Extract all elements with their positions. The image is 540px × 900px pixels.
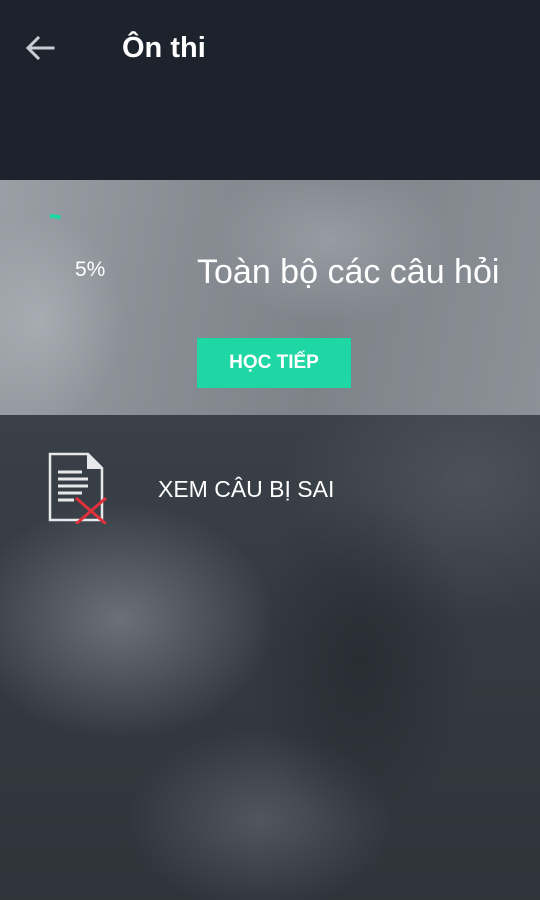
view-wrong-answers-item[interactable]: XEM CÂU BỊ SAI xyxy=(0,440,540,540)
document-error-icon xyxy=(48,452,107,524)
continue-study-button[interactable]: HỌC TIẾP xyxy=(197,338,351,388)
progress-arc xyxy=(49,214,62,220)
progress-percent: 5% xyxy=(75,258,106,281)
app-bar: Ôn thi xyxy=(0,0,540,180)
page-title: Ôn thi xyxy=(122,32,206,64)
study-progress-card: 5% Toàn bộ các câu hỏi HỌC TIẾP xyxy=(0,180,540,415)
arrow-left-icon xyxy=(25,35,55,61)
view-wrong-answers-label: XEM CÂU BỊ SAI xyxy=(158,476,335,502)
question-set-title: Toàn bộ các câu hỏi xyxy=(197,253,500,291)
back-button[interactable] xyxy=(18,28,62,68)
